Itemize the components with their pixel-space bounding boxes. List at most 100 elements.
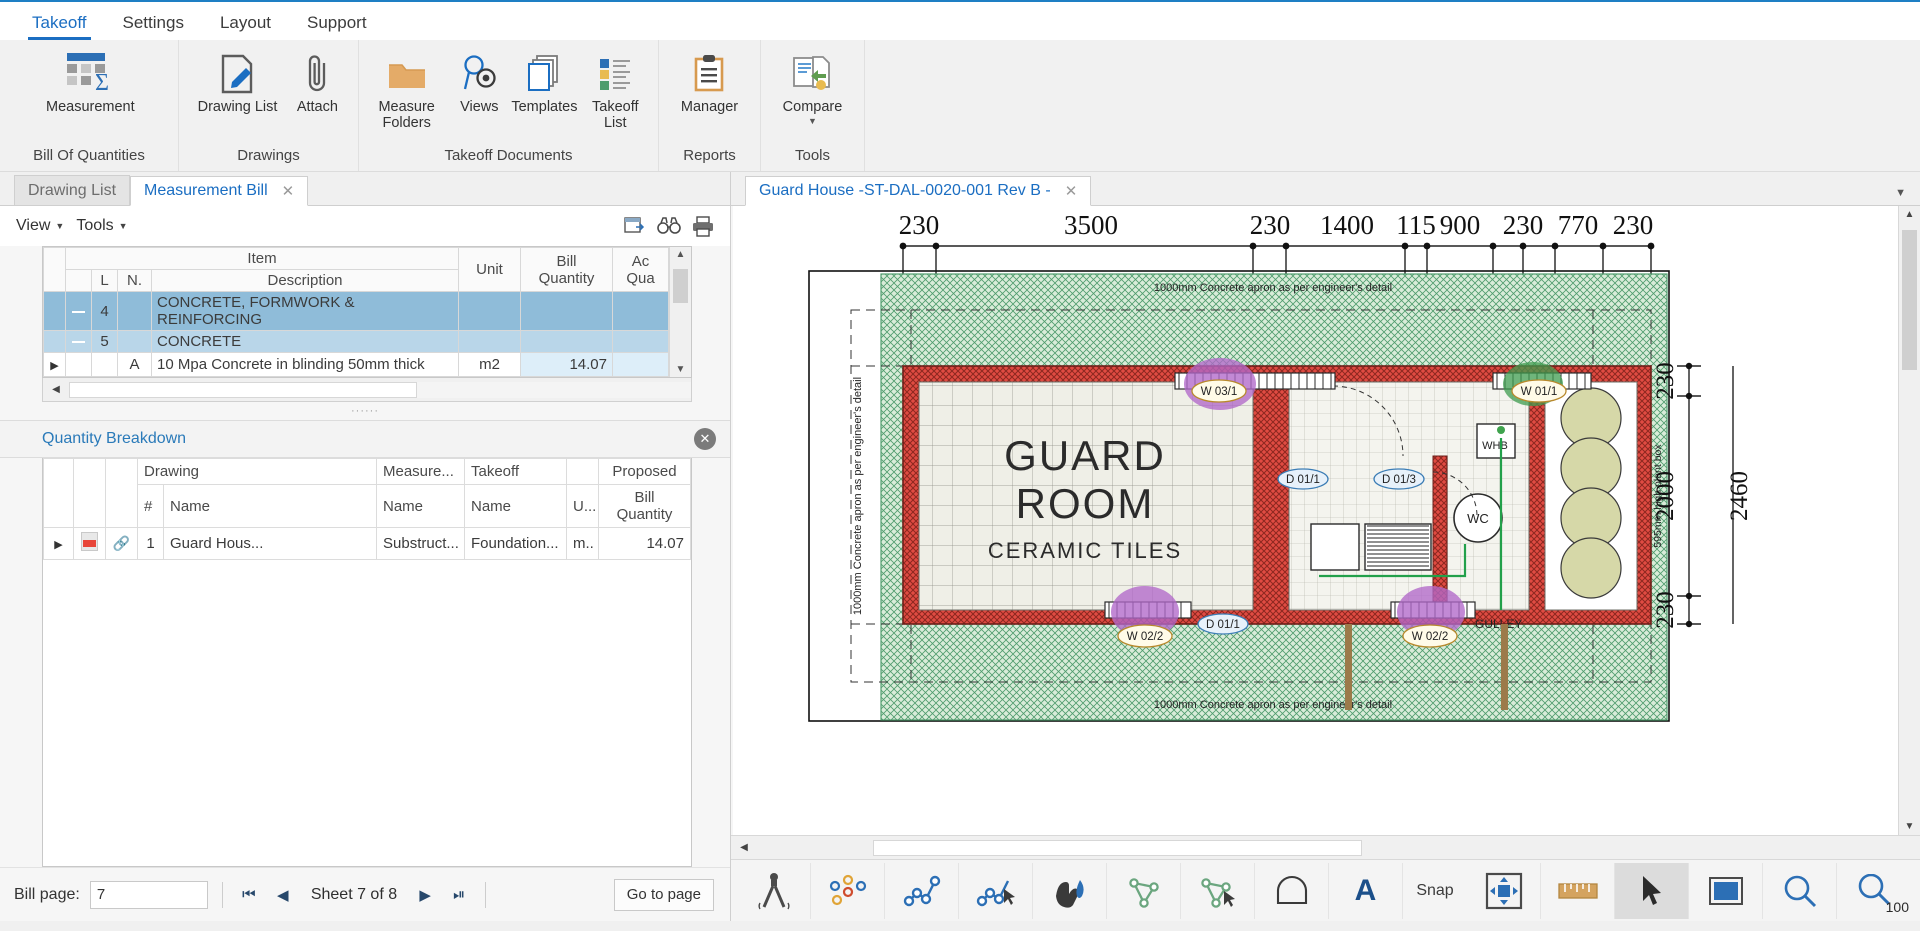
- measurement-button[interactable]: Σ Measurement: [37, 46, 141, 118]
- qb-col-unit[interactable]: U...: [566, 484, 599, 528]
- templates-button[interactable]: Templates: [510, 46, 578, 118]
- qb-header-proposed: Proposed: [598, 458, 691, 485]
- ribbon-tab-settings[interactable]: Settings: [105, 9, 202, 40]
- tab-label: Guard House -ST-DAL-0020-001 Rev B -: [759, 182, 1051, 199]
- go-to-page-button[interactable]: Go to page: [613, 878, 714, 911]
- close-icon[interactable]: ✕: [1065, 182, 1078, 200]
- snap-tool-button[interactable]: Snap: [1403, 863, 1467, 919]
- qb-col-takeoff-name[interactable]: Name: [464, 484, 567, 528]
- cursor-tool-button[interactable]: [1615, 862, 1689, 919]
- bill-grid-vertical-scrollbar[interactable]: ▲ ▼: [669, 247, 691, 377]
- header-unit[interactable]: Unit: [458, 247, 521, 292]
- link-icon[interactable]: 🔗: [105, 527, 138, 560]
- header-bill-quantity[interactable]: Bill Quantity: [520, 247, 613, 292]
- scroll-up-icon[interactable]: ▲: [670, 249, 691, 260]
- arch-tool-button[interactable]: [1255, 862, 1329, 919]
- polyline-tool-button[interactable]: [885, 862, 959, 919]
- drawing-vertical-scrollbar[interactable]: ▲ ▼: [1898, 206, 1920, 835]
- scroll-up-icon[interactable]: ▲: [1899, 209, 1920, 220]
- takeoff-list-button[interactable]: Takeoff List: [579, 46, 653, 133]
- manager-label: Manager: [680, 99, 739, 115]
- row-expander[interactable]: [65, 291, 92, 331]
- attach-button[interactable]: Attach: [286, 46, 348, 118]
- row-selector[interactable]: [65, 352, 92, 377]
- pan-tool-button[interactable]: [1467, 862, 1541, 919]
- table-row[interactable]: 4 CONCRETE, FORMWORK & REINFORCING: [43, 291, 669, 331]
- ribbon-tab-label: Settings: [122, 13, 184, 32]
- ribbon-tab-layout[interactable]: Layout: [202, 9, 289, 40]
- ribbon-tab-support[interactable]: Support: [289, 9, 385, 40]
- chevron-down-icon[interactable]: ▼: [808, 116, 817, 126]
- prev-page-icon[interactable]: ◀: [271, 882, 295, 908]
- tab-guard-house-drawing[interactable]: Guard House -ST-DAL-0020-001 Rev B - ✕: [745, 176, 1092, 206]
- scrollbar-track[interactable]: [757, 839, 1920, 856]
- zoom-100-tool-button[interactable]: 100: [1837, 863, 1911, 919]
- polygon-select-tool-button[interactable]: [1181, 862, 1255, 919]
- table-row[interactable]: ▶ A 10 Mpa Concrete in blinding 50mm thi…: [43, 352, 669, 377]
- zoom-window-tool-button[interactable]: [1763, 862, 1837, 919]
- room-label: GUARD ROOM CERAMIC TILES: [988, 432, 1180, 563]
- scroll-down-icon[interactable]: ▼: [670, 364, 691, 375]
- compass-tool-button[interactable]: [737, 862, 811, 919]
- row-expander[interactable]: ▶: [43, 527, 74, 560]
- close-icon[interactable]: ✕: [694, 428, 716, 450]
- header-n[interactable]: N.: [117, 269, 152, 292]
- drawing-list-button[interactable]: Drawing List: [189, 46, 287, 118]
- header-l[interactable]: L: [91, 269, 118, 292]
- hand-paint-tool-button[interactable]: [1033, 862, 1107, 919]
- rect-select-tool-button[interactable]: [1689, 862, 1763, 919]
- qb-col-measure-name[interactable]: Name: [376, 484, 465, 528]
- manager-button[interactable]: Manager: [672, 46, 747, 118]
- cell-ac-quantity: [612, 330, 669, 353]
- qb-col-num[interactable]: #: [137, 484, 164, 528]
- export-grid-icon[interactable]: [618, 211, 652, 241]
- ruler-tool-button[interactable]: [1541, 862, 1615, 919]
- row-selector[interactable]: [43, 330, 66, 353]
- view-menu[interactable]: View ▼: [10, 215, 70, 237]
- polyline-select-tool-button[interactable]: [959, 862, 1033, 919]
- templates-label: Templates: [511, 99, 578, 115]
- tools-menu[interactable]: Tools ▼: [70, 215, 133, 237]
- row-expander[interactable]: ▶: [43, 352, 66, 377]
- row-expander[interactable]: [65, 330, 92, 353]
- ribbon-tab-takeoff[interactable]: Takeoff: [14, 9, 105, 40]
- measure-folders-button[interactable]: Measure Folders: [365, 46, 448, 133]
- polygon-tool-button[interactable]: [1107, 862, 1181, 919]
- scrollbar-thumb[interactable]: [673, 269, 688, 303]
- print-icon[interactable]: [686, 211, 720, 241]
- scrollbar-track[interactable]: [69, 381, 691, 398]
- header-ac-quantity[interactable]: Ac Qua: [612, 247, 669, 292]
- scrollbar-thumb[interactable]: [1902, 230, 1917, 370]
- scroll-left-icon[interactable]: ◀: [731, 842, 757, 853]
- table-row[interactable]: 5 CONCRETE: [43, 330, 669, 353]
- chevron-down-icon[interactable]: ▼: [1895, 187, 1906, 199]
- scroll-down-icon[interactable]: ▼: [1899, 821, 1920, 832]
- row-selector[interactable]: [43, 291, 66, 331]
- tab-drawing-list[interactable]: Drawing List: [14, 175, 131, 205]
- bill-page-input[interactable]: [89, 880, 208, 909]
- qb-col-bill-quantity[interactable]: Bill Quantity: [598, 484, 691, 528]
- post: [1345, 624, 1352, 710]
- pdf-icon[interactable]: [73, 527, 106, 560]
- application-window: Takeoff Settings Layout Support Σ Measur…: [0, 0, 1920, 931]
- bill-grid-horizontal-scrollbar[interactable]: ◀: [42, 378, 692, 402]
- text-tool-button[interactable]: A: [1329, 862, 1403, 919]
- drawing-horizontal-scrollbar[interactable]: ◀: [731, 835, 1920, 859]
- header-description[interactable]: Description: [151, 269, 459, 292]
- first-page-icon[interactable]: ⏮: [237, 882, 261, 908]
- panel-splitter[interactable]: ······: [0, 402, 730, 420]
- scroll-left-icon[interactable]: ◀: [43, 384, 69, 395]
- last-page-icon[interactable]: ⏯: [447, 882, 471, 908]
- drawing-canvas[interactable]: 230 3500 230 1400 115 900 230 770 230 10…: [733, 206, 1898, 835]
- scrollbar-thumb[interactable]: [873, 839, 1362, 856]
- points-tool-button[interactable]: [811, 862, 885, 919]
- next-page-icon[interactable]: ▶: [413, 882, 437, 908]
- close-icon[interactable]: ✕: [282, 182, 295, 200]
- binoculars-icon[interactable]: [652, 211, 686, 241]
- compare-button[interactable]: Compare ▼: [774, 46, 852, 128]
- views-button[interactable]: Views: [448, 46, 510, 118]
- tab-measurement-bill[interactable]: Measurement Bill ✕: [130, 176, 309, 206]
- qb-col-drawing-name[interactable]: Name: [163, 484, 377, 528]
- table-row[interactable]: ▶ 🔗 1 Guard Hous... Substruct... Foundat…: [43, 527, 691, 560]
- scrollbar-thumb[interactable]: [69, 381, 418, 398]
